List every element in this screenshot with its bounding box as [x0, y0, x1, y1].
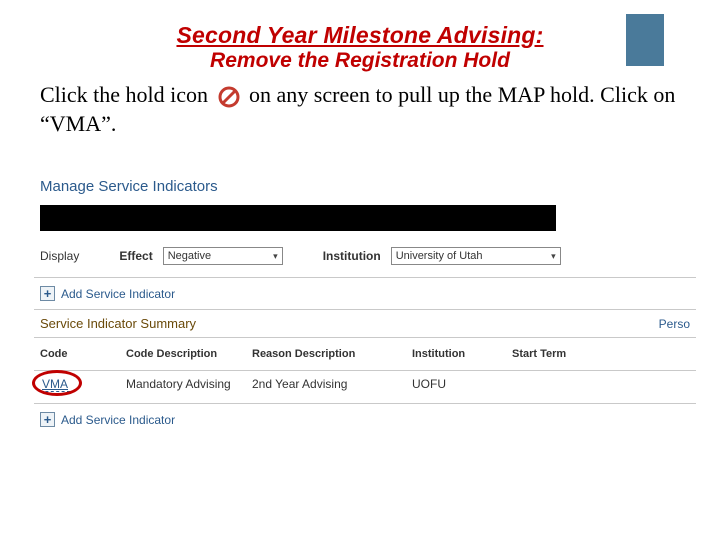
redacted-bar [40, 205, 556, 231]
institution-select[interactable]: University of Utah ▾ [391, 247, 561, 265]
col-code: Code [40, 348, 126, 360]
accent-box [626, 14, 664, 66]
filter-row: Display Effect Negative ▾ Institution Un… [34, 245, 696, 277]
plus-icon: + [40, 286, 55, 301]
col-reason-desc: Reason Description [252, 348, 412, 360]
table-row: VMA Mandatory Advising 2nd Year Advising… [34, 370, 696, 403]
vma-link[interactable]: VMA [40, 377, 70, 392]
chevron-down-icon: ▾ [551, 251, 556, 262]
effect-label: Effect [119, 249, 152, 263]
display-label: Display [40, 249, 79, 263]
effect-value: Negative [168, 250, 211, 262]
title-line-2: Remove the Registration Hold [0, 49, 720, 73]
chevron-down-icon: ▾ [273, 251, 278, 262]
personalize-link[interactable]: Perso [659, 317, 690, 331]
cell-reason-desc: 2nd Year Advising [252, 377, 412, 391]
add-indicator-row-bottom[interactable]: + Add Service Indicator [34, 404, 696, 435]
title-line-1: Second Year Milestone Advising: [0, 22, 720, 49]
institution-label: Institution [323, 249, 381, 263]
hold-icon [218, 86, 240, 108]
col-start-term: Start Term [512, 348, 632, 360]
instruction-text: Click the hold icon on any screen to pul… [0, 73, 720, 138]
table-header: Code Code Description Reason Description… [34, 338, 696, 370]
col-institution: Institution [412, 348, 512, 360]
cell-institution: UOFU [412, 377, 512, 391]
app-screenshot: Manage Service Indicators Display Effect… [34, 172, 696, 435]
instruction-part1: Click the hold icon [40, 82, 214, 107]
summary-header: Service Indicator Summary Perso [34, 309, 696, 338]
add-indicator-link: Add Service Indicator [61, 287, 175, 301]
panel-title: Manage Service Indicators [34, 172, 696, 205]
cell-code-desc: Mandatory Advising [126, 377, 252, 391]
col-code-desc: Code Description [126, 348, 252, 360]
summary-title: Service Indicator Summary [40, 316, 196, 331]
effect-select[interactable]: Negative ▾ [163, 247, 283, 265]
slide-title: Second Year Milestone Advising: Remove t… [0, 0, 720, 73]
add-indicator-row-top[interactable]: + Add Service Indicator [34, 278, 696, 309]
plus-icon: + [40, 412, 55, 427]
institution-value: University of Utah [396, 250, 483, 262]
add-indicator-link: Add Service Indicator [61, 413, 175, 427]
